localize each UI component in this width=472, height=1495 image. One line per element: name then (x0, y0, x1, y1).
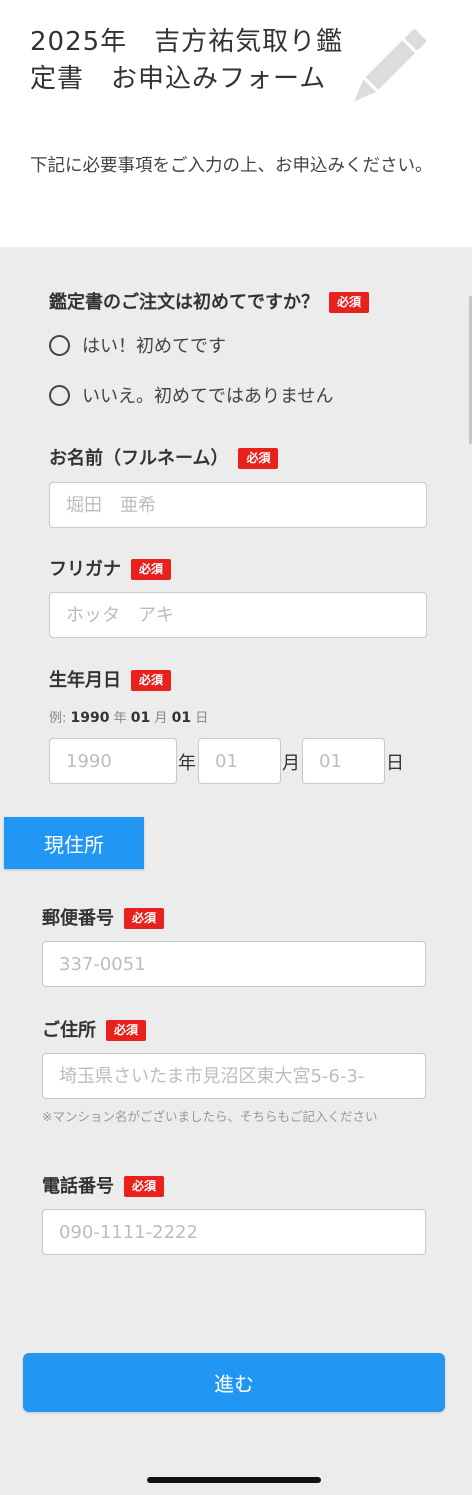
birthdate-example: 例: 1990 年 01 月 01 日 (49, 710, 209, 726)
furigana-input[interactable] (49, 592, 427, 638)
postal-code-input[interactable] (42, 941, 426, 987)
furigana-label: フリガナ 必須 (49, 555, 172, 581)
address-label: ご住所 必須 (42, 1016, 147, 1042)
required-badge: 必須 (131, 670, 172, 691)
form-intro: 下記に必要事項をご入力の上、お申込みください。 (30, 156, 433, 176)
radio-first-time-yes[interactable]: はい！初めてです (49, 332, 226, 358)
required-badge: 必須 (238, 448, 279, 469)
birth-year-input[interactable] (49, 738, 177, 784)
page-title: 2025年 吉方祐気取り鑑定書 お申込みフォーム (30, 27, 344, 94)
required-badge: 必須 (329, 292, 370, 313)
day-unit: 日 (386, 753, 404, 774)
radio-label: はい！初めてです (82, 336, 226, 357)
birthdate-label: 生年月日 必須 (49, 666, 172, 692)
name-input[interactable] (49, 482, 427, 528)
required-badge: 必須 (106, 1020, 147, 1041)
next-button[interactable]: 進む (23, 1353, 445, 1412)
month-unit: 月 (282, 753, 300, 774)
radio-circle[interactable] (49, 384, 70, 406)
address-section-header: 現住所 (4, 817, 144, 869)
radio-label: いいえ。初めてではありません (82, 386, 334, 407)
phone-label: 電話番号 必須 (42, 1172, 165, 1198)
year-unit: 年 (178, 753, 196, 774)
name-label: お名前（フルネーム） 必須 (49, 444, 279, 470)
phone-input[interactable] (42, 1209, 426, 1255)
required-badge: 必須 (124, 908, 165, 929)
required-badge: 必須 (124, 1176, 165, 1197)
address-note: ※マンション名がございましたら、そちらもご記入ください (42, 1109, 378, 1124)
radio-circle[interactable] (49, 334, 70, 356)
pencil-icon (354, 29, 427, 102)
address-input[interactable] (42, 1053, 426, 1099)
home-indicator (147, 1477, 321, 1483)
radio-first-time-no[interactable]: いいえ。初めてではありません (49, 382, 333, 408)
form-header: 2025年 吉方祐気取り鑑定書 お申込みフォーム 下記に必要事項をご入力の上、お… (0, 0, 472, 247)
first-order-label: 鑑定書のご注文は初めてですか？ 必須 (49, 288, 370, 314)
birth-month-input[interactable] (198, 738, 281, 784)
birth-day-input[interactable] (302, 738, 385, 784)
postal-label: 郵便番号 必須 (42, 904, 165, 930)
required-badge: 必須 (131, 559, 172, 580)
